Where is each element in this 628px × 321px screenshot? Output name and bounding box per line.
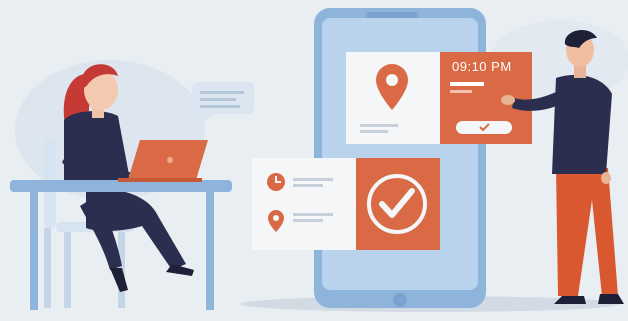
card-text-line (450, 90, 472, 93)
card-text-line (293, 184, 323, 187)
card-text-line (293, 219, 323, 222)
illustration (10, 8, 628, 312)
card-text-line (450, 82, 484, 86)
card-text-line (360, 124, 398, 127)
phone-home-button (393, 293, 407, 307)
confirmation-card (252, 158, 440, 250)
time-display: 09:10 PM (452, 59, 512, 74)
illustration-scene: 09:10 PM (0, 0, 628, 321)
card-text-line (293, 178, 333, 181)
phone-speaker (366, 12, 418, 18)
card-text-line (360, 130, 388, 133)
clock-icon (267, 173, 285, 191)
confirm-pill (456, 121, 512, 134)
card-text-line (293, 213, 333, 216)
